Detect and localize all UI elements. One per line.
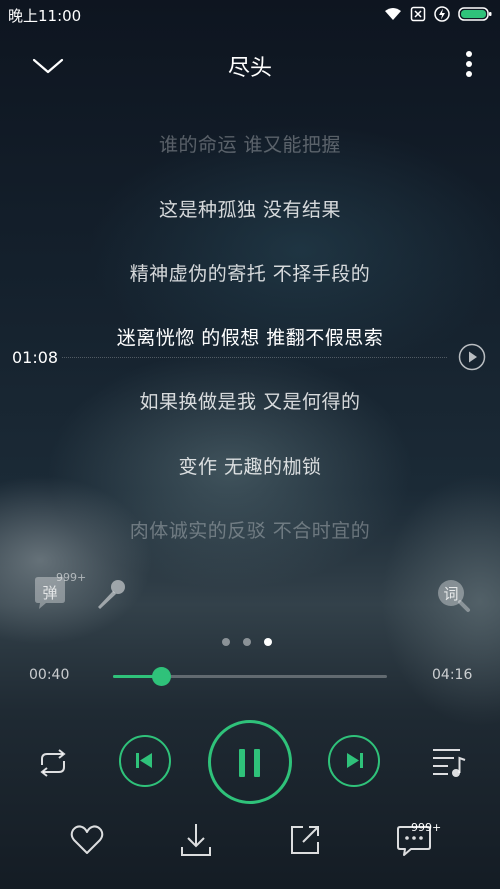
song-title: 尽头: [227, 56, 272, 81]
charging-icon: [434, 6, 450, 22]
previous-button[interactable]: [119, 735, 171, 787]
collapse-button[interactable]: [28, 50, 68, 82]
lyric-line: 精神虚伪的寄托 不择手段的: [129, 263, 371, 285]
playlist-icon: [433, 749, 466, 777]
page-dot[interactable]: [222, 638, 230, 646]
lyric-seek-line: [62, 357, 447, 358]
share-button[interactable]: [287, 822, 323, 858]
more-vertical-icon: [466, 51, 472, 77]
lyric-line: 如果换做是我 又是何得的: [139, 391, 361, 413]
microphone-icon: [98, 580, 125, 609]
danmu-label: 弹: [42, 584, 58, 602]
sim-off-icon: [410, 6, 426, 22]
play-circle-icon: [458, 343, 486, 371]
comment-count: 999+: [411, 821, 442, 834]
lyric-seek-time: 01:08: [12, 348, 59, 367]
lyric-line: 谁的命运 谁又能把握: [158, 134, 342, 156]
danmu-count: 999+: [56, 571, 87, 584]
status-icons: [384, 5, 492, 23]
next-button[interactable]: [328, 735, 380, 787]
lyric-poster-label: 词: [443, 585, 459, 603]
chevron-down-icon: [32, 58, 64, 74]
battery-icon: [458, 7, 492, 21]
progress-thumb[interactable]: [152, 667, 171, 686]
status-bar: 晚上11:00: [0, 0, 500, 28]
download-icon: [181, 824, 211, 856]
skip-next-icon: [347, 753, 363, 768]
page-dot[interactable]: [243, 638, 251, 646]
like-button[interactable]: [69, 823, 105, 857]
total-time: 04:16: [432, 667, 473, 683]
more-button[interactable]: [456, 48, 482, 82]
skip-previous-icon: [136, 753, 152, 768]
lyric-poster-button[interactable]: 词: [435, 577, 471, 613]
lyric-line: 这是种孤独 没有结果: [158, 199, 342, 221]
lyric-line: 变作 无趣的枷锁: [178, 456, 322, 478]
pause-button[interactable]: [208, 720, 292, 804]
status-time: 晚上11:00: [8, 7, 82, 25]
heart-icon: [70, 825, 104, 854]
download-button[interactable]: [178, 821, 214, 859]
lyric-line-current: 迷离恍惚 的假想 推翻不假思索: [116, 327, 384, 349]
page-dot-active[interactable]: [264, 638, 272, 646]
progress-bar[interactable]: [113, 667, 387, 686]
page-indicator: [222, 638, 282, 646]
playlist-button[interactable]: [430, 744, 468, 780]
lyric-line: 肉体诚实的反驳 不合时宜的: [129, 520, 371, 542]
pause-icon: [239, 749, 260, 777]
lyric-seek-play-button[interactable]: [458, 343, 486, 371]
wifi-icon: [385, 8, 401, 20]
karaoke-button[interactable]: [92, 576, 130, 614]
repeat-icon: [40, 749, 66, 777]
share-icon: [291, 826, 319, 854]
current-time: 00:40: [29, 667, 70, 683]
repeat-button[interactable]: [33, 745, 73, 781]
